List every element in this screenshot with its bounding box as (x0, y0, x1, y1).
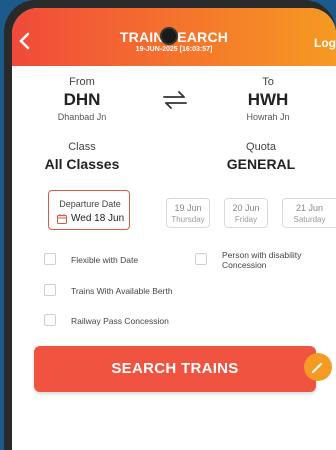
class-label: Class (68, 141, 96, 153)
departure-date-picker[interactable]: Departure Date Wed 18 Jun (48, 190, 130, 230)
date-option-day: Saturday (293, 215, 326, 224)
calendar-icon (57, 214, 67, 224)
date-option[interactable]: 21 Jun Saturday (282, 198, 336, 228)
available-berth-label: Trains With Available Berth (71, 286, 173, 296)
date-option-date: 21 Jun (295, 203, 324, 213)
from-station-code[interactable]: DHN (42, 90, 122, 110)
quota-label: Quota (246, 141, 276, 153)
date-option[interactable]: 19 Jun Thursday (166, 198, 210, 228)
date-option-day: Friday (234, 215, 258, 224)
flexible-date-label: Flexible with Date (71, 255, 139, 265)
to-station-code[interactable]: HWH (228, 90, 308, 110)
quota-selector[interactable]: GENERAL (211, 156, 311, 172)
date-option[interactable]: 20 Jun Friday (224, 198, 268, 228)
to-label: To (262, 76, 274, 88)
departure-date-label: Departure Date (59, 199, 121, 209)
available-berth-checkbox[interactable] (44, 284, 56, 296)
date-option-date: 19 Jun (174, 203, 202, 213)
front-camera (160, 27, 178, 45)
search-trains-button[interactable]: SEARCH TRAINS (34, 346, 316, 392)
edit-icon (312, 363, 322, 373)
date-option-date: 20 Jun (232, 203, 260, 213)
railway-pass-label: Railway Pass Concession (71, 316, 169, 326)
from-station-name: Dhanbad Jn (57, 112, 107, 122)
app-screen: TRAIN SEARCH 19-JUN-2025 [16:03:57] Log … (12, 8, 336, 450)
class-selector[interactable]: All Classes (32, 156, 132, 172)
date-option-day: Thursday (171, 215, 205, 224)
floating-action-button[interactable] (304, 353, 332, 381)
login-button[interactable]: Log (314, 36, 336, 50)
app-header: TRAIN SEARCH 19-JUN-2025 [16:03:57] Log (12, 8, 336, 66)
swap-arrows-icon[interactable] (162, 91, 188, 109)
page-timestamp: 19-JUN-2025 [16:03:57] (135, 46, 213, 53)
railway-pass-checkbox[interactable] (44, 314, 56, 326)
from-label: From (69, 76, 95, 88)
disability-concession-checkbox[interactable] (195, 253, 207, 265)
disability-concession-label: Person with disability Concession (222, 250, 302, 270)
departure-date-value: Wed 18 Jun (71, 213, 125, 224)
flexible-date-checkbox[interactable] (44, 253, 56, 265)
to-station-name: Howrah Jn (246, 112, 290, 122)
